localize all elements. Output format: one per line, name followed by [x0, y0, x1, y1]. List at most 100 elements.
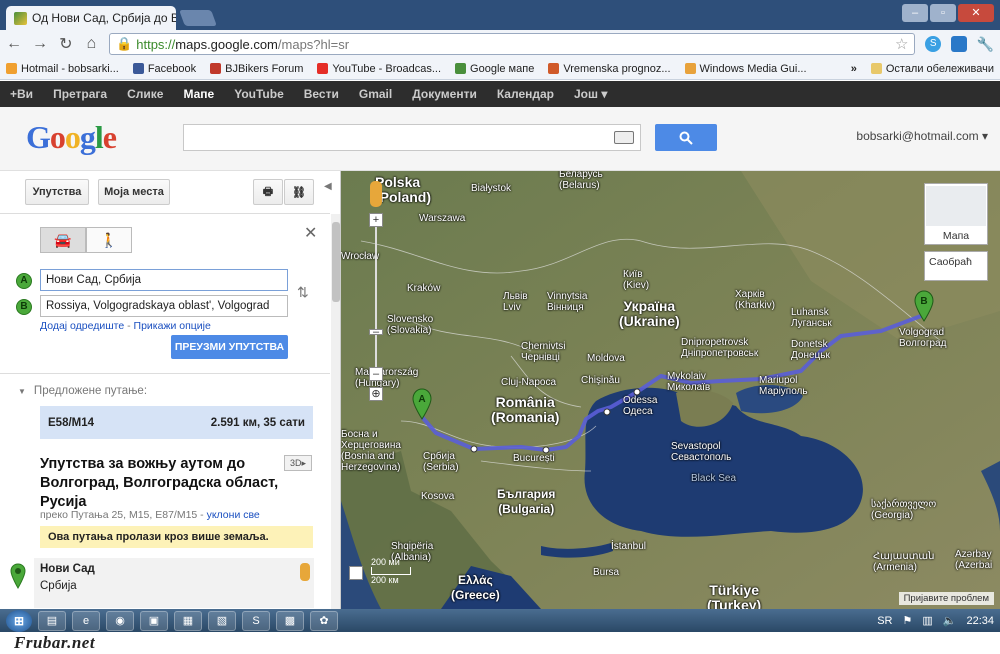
taskbar-explorer-icon[interactable]: ▤ [38, 610, 66, 631]
account-menu[interactable]: bobsarki@hotmail.com ▾ [856, 129, 988, 143]
bookmark-star-icon[interactable]: ☆ [895, 35, 908, 53]
taskbar-app-icon[interactable]: ▦ [174, 610, 202, 631]
window-close-icon[interactable]: ✕ [958, 4, 994, 22]
street-view-icon[interactable] [300, 563, 310, 581]
directions-button[interactable]: Упутства [25, 179, 89, 205]
walk-mode-button[interactable]: 🚶 [86, 227, 132, 253]
search-input[interactable] [183, 124, 641, 151]
gbar-docs[interactable]: Документи [412, 87, 477, 101]
other-bookmarks-folder[interactable]: Остали обележивачи [870, 63, 994, 75]
show-options-link[interactable]: Прикажи опције [134, 320, 211, 332]
bookmark-facebook[interactable]: Facebook [132, 63, 196, 75]
label-odessa: Odessa Одеса [623, 395, 658, 417]
get-directions-button[interactable]: ПРЕУЗМИ УПУТСТВА [171, 335, 288, 359]
forward-icon[interactable]: → [32, 35, 48, 53]
taskbar-ie-icon[interactable]: e [72, 610, 100, 631]
swap-icon[interactable]: ⇅ [297, 284, 309, 301]
browser-tab[interactable]: Од Нови Сад, Србија до В ✕ [6, 6, 176, 30]
print-icon[interactable]: 🖶 [253, 179, 283, 205]
network-icon[interactable]: ▥ [922, 614, 932, 627]
route-option[interactable]: E58/M14 2.591 км, 35 сати [40, 406, 313, 439]
zoom-in-icon[interactable]: + [369, 213, 383, 227]
label-chisinau: Chişinău [581, 375, 620, 386]
zoom-out-icon[interactable]: – [369, 367, 383, 381]
label-luhansk: Luhansk Луганськ [791, 307, 832, 329]
label-belarus: Беларусь (Belarus) [559, 171, 603, 191]
gbar-images[interactable]: Слике [127, 87, 163, 101]
taskbar-app-icon[interactable]: ▩ [276, 610, 304, 631]
bookmark-bjbikers[interactable]: BJBikers Forum [210, 63, 303, 75]
zoom-rail[interactable] [375, 219, 377, 379]
map-view[interactable]: A B Polska (Poland) Białystok Беларусь (… [341, 171, 1000, 609]
address-bar[interactable]: 🔒 https:// maps.google.com /maps?hl=sr ☆ [109, 33, 916, 55]
my-places-button[interactable]: Моја места [98, 179, 170, 205]
bookmark-wmp[interactable]: Windows Media Gui... [684, 63, 807, 75]
traffic-button[interactable]: Саобраћ [924, 251, 988, 281]
bjbikers-icon [210, 63, 222, 74]
panel-scrollbar[interactable] [331, 214, 340, 609]
gbar-more[interactable]: Још ▾ [574, 87, 607, 101]
flag-icon[interactable]: ⚑ [902, 614, 912, 627]
gbar-maps[interactable]: Мапе [183, 87, 214, 101]
collapse-panel-icon[interactable]: ◀ [324, 181, 336, 203]
label-mariupol: Mariupol Маріуполь [759, 375, 808, 397]
taskbar-skype-icon[interactable]: S [242, 610, 270, 631]
bookmarks-overflow-button[interactable]: » [851, 63, 857, 75]
view-3d-button[interactable]: 3D▸ [284, 455, 312, 471]
bookmark-google-maps[interactable]: Google мапе [455, 63, 534, 75]
home-icon[interactable]: ⌂ [84, 35, 100, 53]
label-ukraine: Україна (Ukraine) [619, 298, 680, 329]
taskbar-chrome-icon[interactable]: ◉ [106, 610, 134, 631]
skype-extension-icon[interactable]: S [925, 36, 941, 52]
zoom-area-icon[interactable]: ⊕ [369, 387, 383, 401]
add-destination-link[interactable]: Додај одредиште [40, 320, 124, 332]
google-bar: +Ви Претрага Слике Мапе YouTube Вести Gm… [0, 81, 1000, 107]
gbar-gmail[interactable]: Gmail [359, 87, 392, 101]
new-tab-button[interactable] [179, 10, 217, 26]
start-pin-icon [10, 563, 26, 589]
minimize-icon[interactable]: – [902, 4, 928, 22]
label-kharkiv: Харків (Kharkiv) [735, 289, 776, 311]
start-button[interactable]: ⊞ [6, 609, 32, 632]
keyboard-icon[interactable] [614, 131, 634, 144]
start-point-input[interactable]: Нови Сад, Србија [40, 269, 288, 291]
bookmark-youtube[interactable]: YouTube - Broadcas... [317, 63, 441, 75]
maximize-icon[interactable]: ▫ [930, 4, 956, 22]
reload-icon[interactable]: ↻ [58, 34, 74, 54]
close-directions-icon[interactable]: ✕ [304, 223, 317, 243]
facebook-icon [132, 63, 144, 74]
car-mode-button[interactable]: 🚘 [40, 227, 86, 253]
link-icon[interactable]: ⛓ [284, 179, 314, 205]
gbar-search[interactable]: Претрага [53, 87, 107, 101]
volume-icon[interactable]: 🔈 [943, 614, 957, 627]
bookmark-hotmail[interactable]: Hotmail - bobsarki... [6, 63, 119, 75]
clock[interactable]: 22:34 [966, 615, 994, 627]
scrollbar-thumb[interactable] [332, 222, 340, 302]
report-problem-link[interactable]: Пријавите проблем [898, 592, 994, 605]
search-button[interactable] [655, 124, 717, 151]
wrench-menu-icon[interactable]: 🔧 [977, 36, 994, 53]
taskbar-app-icon[interactable]: ▣ [140, 610, 168, 631]
taskbar-app-icon[interactable]: ▧ [208, 610, 236, 631]
label-volgograd: Volgograd Волгоград [899, 327, 947, 349]
zoom-slider-handle[interactable]: – [369, 327, 383, 338]
map-type-button[interactable]: Мапа [924, 183, 988, 245]
url-path: /maps?hl=sr [277, 36, 350, 52]
remove-all-link[interactable]: уклони све [207, 509, 260, 521]
google-logo[interactable]: Google [26, 119, 117, 156]
map-layers-icon[interactable] [349, 566, 363, 580]
gbar-news[interactable]: Вести [304, 87, 339, 101]
gbar-plus[interactable]: +Ви [10, 87, 33, 101]
label-turkey: Türkiye (Turkey) [707, 582, 762, 610]
extension-icon[interactable] [951, 36, 967, 52]
gbar-calendar[interactable]: Календар [497, 87, 554, 101]
google-maps-icon [455, 63, 467, 74]
back-icon[interactable]: ← [6, 35, 22, 53]
start-location-step[interactable]: Нови Сад Србија [34, 558, 314, 608]
destination-input[interactable]: Rossiya, Volgogradskaya oblast', Volgogr… [40, 295, 288, 317]
language-indicator[interactable]: SR [877, 615, 892, 627]
suggested-routes-header[interactable]: ▼ Предложене путање: [18, 385, 147, 397]
gbar-youtube[interactable]: YouTube [234, 87, 284, 101]
bookmark-weather[interactable]: Vremenska prognoz... [548, 63, 671, 75]
taskbar-app-icon[interactable]: ✿ [310, 610, 338, 631]
